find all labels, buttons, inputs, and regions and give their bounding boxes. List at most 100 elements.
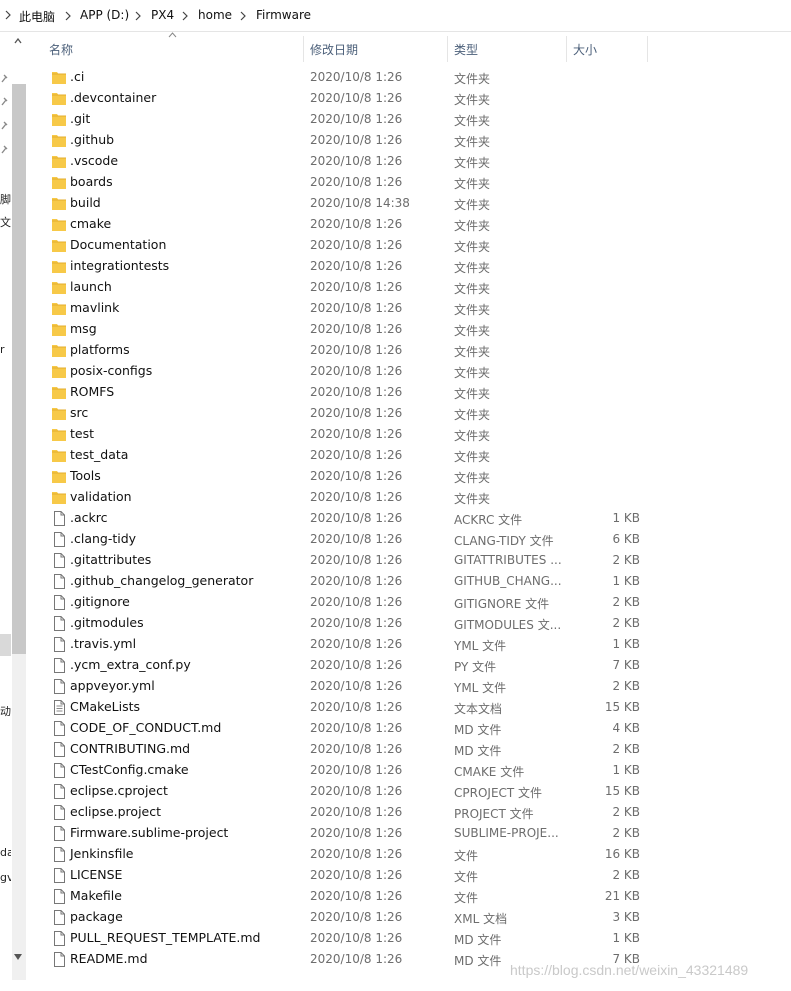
folder-row[interactable]: integrationtests 2020/10/8 1:26 文件夹 xyxy=(40,256,790,277)
file-row[interactable]: .clang-tidy 2020/10/8 1:26 CLANG-TIDY 文件 6 … xyxy=(40,529,790,550)
file-row[interactable]: eclipse.project 2020/10/8 1:26 PROJECT 文件 2… xyxy=(40,802,790,823)
folder-row[interactable]: launch 2020/10/8 1:26 文件夹 xyxy=(40,277,790,298)
chevron-right-icon[interactable] xyxy=(5,10,11,20)
file-date: 2020/10/8 1:26 xyxy=(310,133,403,147)
file-row[interactable]: PULL_REQUEST_TEMPLATE.md 2020/10/8 1:26 MD… xyxy=(40,928,790,949)
nav-selected-item[interactable] xyxy=(0,634,11,656)
nav-item-text[interactable]: da xyxy=(0,846,11,859)
file-row[interactable]: .gitattributes 2020/10/8 1:26 GITATTRIBUTE… xyxy=(40,550,790,571)
file-row[interactable]: CONTRIBUTING.md 2020/10/8 1:26 MD 文件 2 KB xyxy=(40,739,790,760)
breadcrumb-firmware[interactable]: Firmware xyxy=(256,8,311,22)
file-row[interactable]: appveyor.yml 2020/10/8 1:26 YML 文件 2 KB xyxy=(40,676,790,697)
nav-scrollbar-thumb[interactable] xyxy=(12,84,26,654)
folder-row[interactable]: mavlink 2020/10/8 1:26 文件夹 xyxy=(40,298,790,319)
column-header-type[interactable]: 类型 xyxy=(448,36,566,62)
pin-icon xyxy=(1,145,8,154)
file-icon xyxy=(51,574,67,589)
file-date: 2020/10/8 1:26 xyxy=(310,427,403,441)
file-name: launch xyxy=(70,279,112,294)
chevron-right-icon[interactable] xyxy=(135,11,141,21)
nav-item-text[interactable]: gv xyxy=(0,871,11,884)
folder-row[interactable]: .ci 2020/10/8 1:26 文件夹 xyxy=(40,67,790,88)
folder-row[interactable]: posix-configs 2020/10/8 1:26 文件夹 xyxy=(40,361,790,382)
file-size: 15 KB xyxy=(604,700,640,714)
text-document-icon xyxy=(51,700,67,715)
file-date: 2020/10/8 1:26 xyxy=(310,826,403,840)
file-row[interactable]: Makefile 2020/10/8 1:26 文件 21 KB xyxy=(40,886,790,907)
file-name: .ycm_extra_conf.py xyxy=(70,657,191,672)
chevron-right-icon[interactable] xyxy=(65,11,71,21)
folder-row[interactable]: cmake 2020/10/8 1:26 文件夹 xyxy=(40,214,790,235)
breadcrumb-drive[interactable]: APP (D:) xyxy=(80,8,129,22)
folder-row[interactable]: build 2020/10/8 14:38 文件夹 xyxy=(40,193,790,214)
folder-icon xyxy=(51,406,67,421)
chevron-right-icon[interactable] xyxy=(182,11,188,21)
nav-item-text[interactable]: 脚本 xyxy=(0,191,11,207)
file-row[interactable]: .ackrc 2020/10/8 1:26 ACKRC 文件 1 KB xyxy=(40,508,790,529)
file-row[interactable]: .github_changelog_generator 2020/10/8 1:2… xyxy=(40,571,790,592)
address-bar[interactable]: 此电脑 APP (D:) PX4 home Firmware xyxy=(0,0,791,32)
folder-row[interactable]: .devcontainer 2020/10/8 1:26 文件夹 xyxy=(40,88,790,109)
file-date: 2020/10/8 1:26 xyxy=(310,532,403,546)
file-row[interactable]: .travis.yml 2020/10/8 1:26 YML 文件 1 KB xyxy=(40,634,790,655)
folder-icon xyxy=(51,322,67,337)
folder-row[interactable]: validation 2020/10/8 1:26 文件夹 xyxy=(40,487,790,508)
file-row[interactable]: .ycm_extra_conf.py 2020/10/8 1:26 PY 文件 7 K… xyxy=(40,655,790,676)
folder-row[interactable]: msg 2020/10/8 1:26 文件夹 xyxy=(40,319,790,340)
breadcrumb-home[interactable]: home xyxy=(198,8,232,22)
file-icon xyxy=(51,658,67,673)
folder-icon xyxy=(51,490,67,505)
folder-row[interactable]: src 2020/10/8 1:26 文件夹 xyxy=(40,403,790,424)
file-row[interactable]: Firmware.sublime-project 2020/10/8 1:26 SU… xyxy=(40,823,790,844)
file-size: 2 KB xyxy=(612,679,640,693)
file-date: 2020/10/8 1:26 xyxy=(310,343,403,357)
breadcrumb-this-pc[interactable]: 此电脑 xyxy=(19,8,55,25)
file-type: YML 文件 xyxy=(454,639,507,653)
file-size: 15 KB xyxy=(604,784,640,798)
folder-row[interactable]: Documentation 2020/10/8 1:26 文件夹 xyxy=(40,235,790,256)
scroll-up-arrow-icon[interactable] xyxy=(14,38,22,44)
file-icon xyxy=(51,637,67,652)
file-row[interactable]: .gitignore 2020/10/8 1:26 GITIGNORE 文件 2 KB xyxy=(40,592,790,613)
column-header-size[interactable]: 大小 xyxy=(567,36,647,62)
file-row[interactable]: CMakeLists 2020/10/8 1:26 文本文档 15 KB xyxy=(40,697,790,718)
file-icon xyxy=(51,595,67,610)
file-row[interactable]: CTestConfig.cmake 2020/10/8 1:26 CMAKE 文件 1… xyxy=(40,760,790,781)
folder-row[interactable]: Tools 2020/10/8 1:26 文件夹 xyxy=(40,466,790,487)
file-name: Tools xyxy=(70,468,101,483)
file-type: 文件夹 xyxy=(454,324,491,338)
file-row[interactable]: CODE_OF_CONDUCT.md 2020/10/8 1:26 MD 文件 4 K… xyxy=(40,718,790,739)
file-name: test_data xyxy=(70,447,129,462)
file-name: Firmware.sublime-project xyxy=(70,825,229,840)
folder-row[interactable]: boards 2020/10/8 1:26 文件夹 xyxy=(40,172,790,193)
file-name: Documentation xyxy=(70,237,167,252)
file-type: 文件夹 xyxy=(454,492,491,506)
folder-row[interactable]: .github 2020/10/8 1:26 文件夹 xyxy=(40,130,790,151)
file-row[interactable]: LICENSE 2020/10/8 1:26 文件 2 KB xyxy=(40,865,790,886)
folder-row[interactable]: .git 2020/10/8 1:26 文件夹 xyxy=(40,109,790,130)
folder-row[interactable]: test_data 2020/10/8 1:26 文件夹 xyxy=(40,445,790,466)
folder-row[interactable]: .vscode 2020/10/8 1:26 文件夹 xyxy=(40,151,790,172)
file-row[interactable]: .gitmodules 2020/10/8 1:26 GITMODULES 文...… xyxy=(40,613,790,634)
file-size: 21 KB xyxy=(604,889,640,903)
column-header-name[interactable]: 名称 xyxy=(40,36,303,62)
file-name: .travis.yml xyxy=(70,636,137,651)
nav-item-text[interactable]: r xyxy=(0,343,11,356)
folder-row[interactable]: platforms 2020/10/8 1:26 文件夹 xyxy=(40,340,790,361)
file-name: CONTRIBUTING.md xyxy=(70,741,191,756)
file-row[interactable]: eclipse.cproject 2020/10/8 1:26 CPROJECT 文… xyxy=(40,781,790,802)
file-row[interactable]: Jenkinsfile 2020/10/8 1:26 文件 16 KB xyxy=(40,844,790,865)
file-type: 文件夹 xyxy=(454,408,491,422)
file-date: 2020/10/8 1:26 xyxy=(310,301,403,315)
column-header-date[interactable]: 修改日期 xyxy=(304,36,447,62)
nav-item-text[interactable]: 文件 xyxy=(0,214,11,230)
column-header-type-label: 类型 xyxy=(454,43,479,57)
nav-item-text[interactable]: 动 xyxy=(0,703,11,719)
chevron-right-icon[interactable] xyxy=(240,11,246,21)
file-row[interactable]: package 2020/10/8 1:26 XML 文档 3 KB xyxy=(40,907,790,928)
folder-row[interactable]: test 2020/10/8 1:26 文件夹 xyxy=(40,424,790,445)
scroll-down-arrow-icon[interactable] xyxy=(14,954,22,960)
folder-row[interactable]: ROMFS 2020/10/8 1:26 文件夹 xyxy=(40,382,790,403)
breadcrumb-px4[interactable]: PX4 xyxy=(151,8,174,22)
column-divider[interactable] xyxy=(647,36,648,62)
